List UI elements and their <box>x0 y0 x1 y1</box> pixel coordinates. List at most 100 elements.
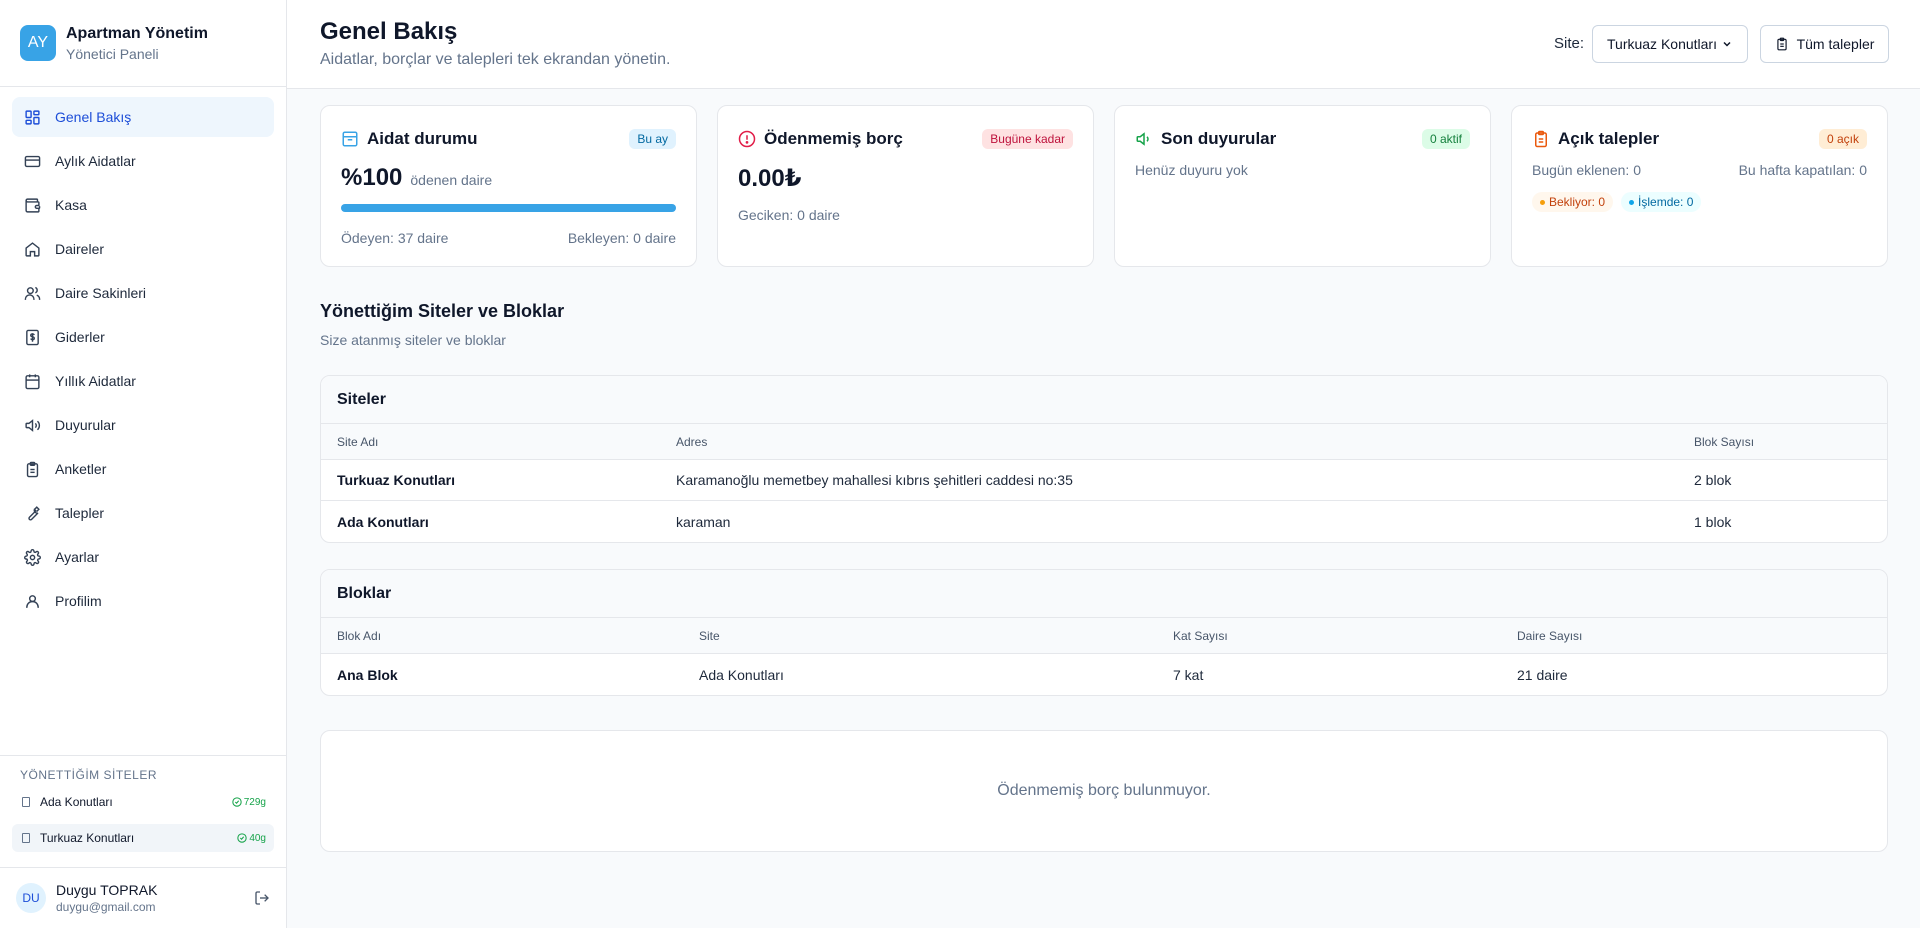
megaphone-icon <box>25 418 41 432</box>
column-header: Blok Sayısı <box>1694 434 1755 449</box>
sidebar-item-giderler[interactable]: Giderler <box>12 317 274 357</box>
check-circle-icon <box>237 833 247 843</box>
paid-label: ödenen daire <box>410 172 493 188</box>
site-cell: Ada Konutları <box>699 666 784 683</box>
sidebar-item-daireler[interactable]: Daireler <box>12 229 274 269</box>
pending-count: Bekleyen: 0 daire <box>567 230 676 246</box>
managed-site-item[interactable]: Ada Konutları 729g <box>12 788 274 816</box>
empty-message: Ödenmemiş borç bulunmuyor. <box>997 782 1211 799</box>
sidebar-item-label: Aylık Aidatlar <box>55 153 136 169</box>
open-badge: 0 açık <box>1818 129 1867 149</box>
sites-table: Siteler Site Adı Adres Blok Sayısı Turku… <box>320 375 1888 543</box>
announcements-empty: Henüz duyuru yok <box>1135 162 1248 178</box>
sidebar-item-anketler[interactable]: Anketler <box>12 449 274 489</box>
column-header: Site <box>699 628 720 643</box>
unpaid-debt-amount: 0.00₺ <box>738 165 802 192</box>
closed-this-week: Bu hafta kapatılan: 0 <box>1738 162 1867 178</box>
column-header: Blok Adı <box>337 628 382 643</box>
sidebar: AY Apartman Yönetim Yönetici Paneli Gene… <box>0 0 287 928</box>
block-count-cell: 1 blok <box>1694 513 1732 530</box>
managed-site-badge: 40g <box>237 833 266 844</box>
sidebar-item-aylik-aidatlar[interactable]: Aylık Aidatlar <box>12 141 274 181</box>
brand-logo: AY <box>20 25 56 61</box>
table-header-row: Blok Adı Site Kat Sayısı Daire Sayısı <box>321 618 1887 654</box>
managed-site-badge: 729g <box>232 797 266 808</box>
sidebar-item-label: Duyurular <box>55 417 116 433</box>
address-cell: Karamanoğlu memetbey mahallesi kıbrıs şe… <box>676 472 1073 488</box>
building-icon <box>22 797 30 807</box>
block-name-cell: Ana Blok <box>337 666 398 683</box>
column-header: Site Adı <box>337 434 379 449</box>
sidebar-item-duyurular[interactable]: Duyurular <box>12 405 274 445</box>
blocks-table: Bloklar Blok Adı Site Kat Sayısı Daire S… <box>320 569 1888 696</box>
clipboard-icon <box>1776 37 1787 51</box>
sidebar-item-ayarlar[interactable]: Ayarlar <box>12 537 274 577</box>
brand-subtitle: Yönetici Paneli <box>66 45 159 62</box>
page-title: Genel Bakış <box>320 18 458 45</box>
column-header: Adres <box>676 434 708 449</box>
sidebar-item-profilim[interactable]: Profilim <box>12 581 274 621</box>
inbox-icon <box>342 131 358 147</box>
waiting-count: Bekliyor: 0 <box>1549 195 1606 209</box>
dues-progress-bar <box>341 204 676 212</box>
alert-circle-icon <box>738 130 756 148</box>
late-count: Geciken: 0 daire <box>738 207 840 223</box>
table-row: Ada Konutları karaman 1 blok <box>321 501 1887 542</box>
card-title: Açık talepler <box>1558 129 1660 148</box>
site-select[interactable]: Turkuaz Konutları <box>1592 25 1748 63</box>
chevron-down-icon <box>1723 41 1731 47</box>
unpaid-debt-card: Ödenmemiş borç Bugüne kadar 0.00₺ Gecike… <box>717 105 1094 267</box>
users-icon <box>24 286 41 300</box>
clipboard-icon <box>1535 130 1547 148</box>
sidebar-item-label: Yıllık Aidatlar <box>55 373 136 389</box>
column-header: Kat Sayısı <box>1173 628 1228 643</box>
active-badge: 0 aktif <box>1421 129 1470 149</box>
sidebar-item-yillik-aidatlar[interactable]: Yıllık Aidatlar <box>12 361 274 401</box>
sidebar-item-daire-sakinleri[interactable]: Daire Sakinleri <box>12 273 274 313</box>
managed-site-name: Ada Konutları <box>40 795 113 809</box>
page-header: Genel Bakış Aidatlar, borçlar ve taleple… <box>287 0 1920 89</box>
card-title: Ödenmemiş borç <box>764 129 903 148</box>
sidebar-item-talepler[interactable]: Talepler <box>12 493 274 533</box>
block-count-cell: 2 blok <box>1694 472 1732 488</box>
managed-site-name: Turkuaz Konutları <box>40 831 135 845</box>
sidebar-nav: Genel Bakış Aylık Aidatlar Kasa Daireler… <box>0 87 286 635</box>
sidebar-item-label: Ayarlar <box>55 549 100 565</box>
logout-icon[interactable] <box>254 890 270 906</box>
sidebar-item-kasa[interactable]: Kasa <box>12 185 274 225</box>
card-title: Aidat durumu <box>367 129 478 148</box>
period-badge: Bugüne kadar <box>982 129 1073 149</box>
megaphone-icon <box>1136 132 1149 146</box>
managed-site-item[interactable]: Turkuaz Konutları 40g <box>12 824 274 852</box>
all-requests-label: Tüm talepler <box>1796 36 1875 52</box>
sidebar-item-label: Profilim <box>55 593 102 609</box>
wallet-icon <box>25 197 41 213</box>
sidebar-item-label: Genel Bakış <box>55 109 132 125</box>
brand: AY Apartman Yönetim Yönetici Paneli <box>0 0 286 87</box>
wrench-icon <box>28 505 40 521</box>
all-requests-button[interactable]: Tüm talepler <box>1760 25 1889 63</box>
paid-percentage: %100 <box>341 164 403 191</box>
sidebar-item-genel-bakis[interactable]: Genel Bakış <box>12 97 274 137</box>
address-cell: karaman <box>676 513 731 530</box>
sidebar-item-label: Anketler <box>55 461 107 477</box>
section-subtitle: Size atanmış siteler ve bloklar <box>320 332 506 348</box>
check-circle-icon <box>232 797 242 807</box>
user-email: duygu@gmail.com <box>56 900 156 914</box>
paid-count: Ödeyen: 37 daire <box>341 230 449 246</box>
managed-site-badge-text: 729g <box>243 796 266 808</box>
waiting-chip: Bekliyor: 0 <box>1532 192 1614 212</box>
building-icon <box>22 833 30 843</box>
user-name: Duygu TOPRAK <box>56 882 158 898</box>
period-badge: Bu ay <box>629 129 676 149</box>
apartment-count-cell: 21 daire <box>1517 666 1568 683</box>
sidebar-item-label: Daireler <box>55 241 105 257</box>
sidebar-item-label: Kasa <box>55 197 87 213</box>
site-select-label: Site: <box>1554 35 1585 52</box>
floor-count-cell: 7 kat <box>1173 666 1204 683</box>
brand-title: Apartman Yönetim <box>66 24 208 42</box>
dues-progress-fill <box>341 204 676 212</box>
page-subtitle: Aidatlar, borçlar ve talepleri tek ekran… <box>320 51 671 68</box>
managed-sites: YÖNETTİĞİM SİTELER Ada Konutları 729g Tu… <box>0 755 286 860</box>
table-row: Turkuaz Konutları Karamanoğlu memetbey m… <box>321 460 1887 501</box>
